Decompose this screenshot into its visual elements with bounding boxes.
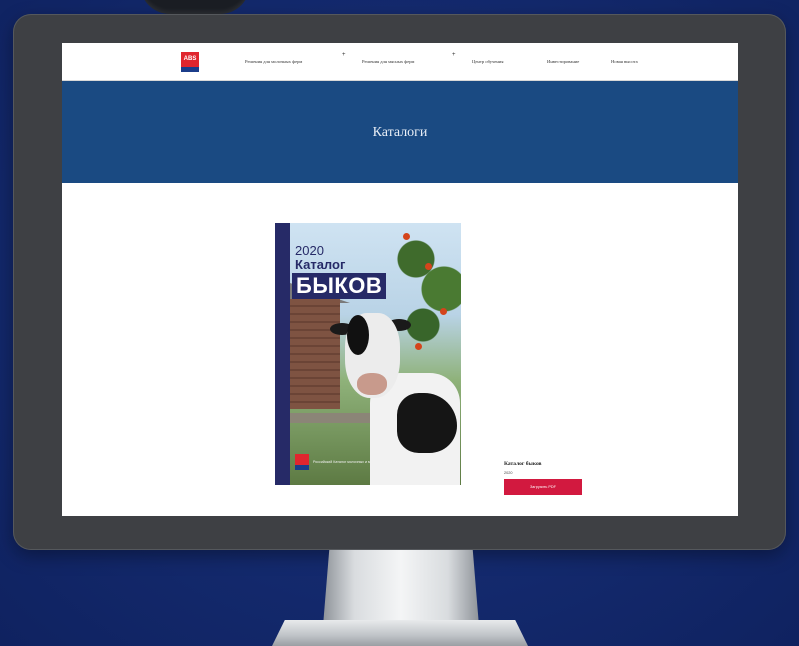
download-pdf-button[interactable]: Загрузить PDF — [504, 479, 582, 495]
catalog-cover-image[interactable]: 2020 Каталог БЫКОВ Российский Каталог мо… — [275, 223, 461, 485]
card-year: 2020 — [504, 471, 513, 475]
plus-icon[interactable]: + — [342, 52, 346, 58]
monitor-top-accessory — [140, 0, 250, 14]
cover-subtitle: Каталог — [295, 257, 346, 272]
plus-icon[interactable]: + — [452, 52, 456, 58]
monitor-stand-neck — [323, 550, 479, 626]
berry-dot — [403, 233, 410, 240]
cow-nose — [357, 373, 387, 395]
site-header: ABS Решения для молочных ферм + Решения … — [62, 43, 738, 82]
cow-head-patch — [347, 315, 369, 355]
cover-accent-strip — [275, 223, 290, 485]
cover-tagline: Российский Каталог молочных и мясных — [313, 460, 381, 464]
berry-dot — [415, 343, 422, 350]
nav-item-new-height[interactable]: Новая высота — [611, 59, 638, 64]
cover-title: БЫКОВ — [292, 273, 387, 299]
nav-item-investing[interactable]: Инвестирование — [547, 59, 579, 64]
monitor-stand-base — [272, 620, 528, 646]
berry-dot — [440, 308, 447, 315]
berry-dot — [425, 263, 432, 270]
nav-item-dairy[interactable]: Решения для молочных ферм — [245, 59, 302, 64]
nav-item-training[interactable]: Центр обучения — [472, 59, 503, 64]
card-title: Каталог быков — [504, 461, 542, 467]
cover-logo — [295, 454, 309, 470]
monitor-bezel: ABS Решения для молочных ферм + Решения … — [13, 14, 786, 550]
browser-screen: ABS Решения для молочных ферм + Решения … — [62, 43, 738, 516]
nav-item-beef[interactable]: Решения для мясных ферм — [362, 59, 414, 64]
abs-logo[interactable]: ABS — [181, 52, 199, 72]
page-title: Каталоги — [372, 125, 428, 140]
cover-year: 2020 — [295, 243, 324, 258]
page-banner: Каталоги — [62, 81, 738, 183]
barn-wall — [290, 299, 340, 409]
logo-text: ABS — [183, 56, 197, 62]
